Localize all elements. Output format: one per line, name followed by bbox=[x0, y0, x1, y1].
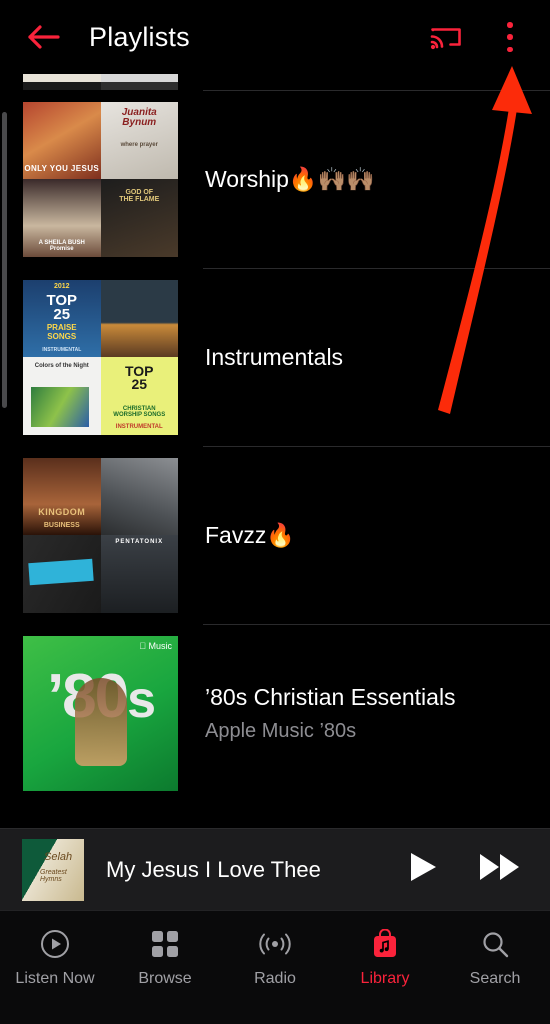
now-playing-title: My Jesus I Love Thee bbox=[106, 856, 321, 882]
radio-waves-icon bbox=[258, 927, 292, 961]
tab-search[interactable]: Search bbox=[440, 927, 550, 988]
play-button[interactable] bbox=[408, 851, 438, 888]
list-item[interactable]: KINGDOM BUSINESS PENTATONIX Favzz🔥 bbox=[0, 446, 550, 624]
bottom-tab-bar: Listen Now Browse Radio Library Search bbox=[0, 910, 550, 1024]
now-playing-artwork: Selah Greatest Hymns bbox=[22, 838, 84, 901]
tab-library[interactable]: Library bbox=[330, 927, 440, 988]
playlist-artwork: 2012 TOP 25 PRAISE SONGS INSTRUMENTAL Colo… bbox=[23, 279, 178, 435]
list-item[interactable]:  Music ’80s ’80s Christian Essentials A… bbox=[0, 624, 550, 802]
playlist-artwork: KINGDOM BUSINESS PENTATONIX bbox=[23, 457, 178, 613]
tab-label: Library bbox=[360, 970, 410, 987]
library-bag-icon bbox=[372, 927, 398, 961]
more-vertical-icon bbox=[507, 34, 513, 40]
playlist-artwork:  Music ’80s bbox=[23, 635, 178, 791]
list-item-text: Worship🔥🙌🏽🙌🏽 bbox=[205, 166, 550, 193]
list-item-partial[interactable] bbox=[0, 74, 550, 90]
row-divider bbox=[203, 90, 550, 91]
row-divider bbox=[203, 268, 550, 269]
playlist-artwork bbox=[23, 74, 178, 90]
airplay-cast-icon bbox=[430, 28, 461, 50]
playlist-artwork: ONLY YOU JESUS Juanita Bynum where prayer… bbox=[23, 101, 178, 257]
next-track-button[interactable] bbox=[478, 851, 522, 888]
airplay-cast-button[interactable] bbox=[430, 23, 462, 51]
play-circle-icon bbox=[40, 927, 70, 961]
more-vertical-icon bbox=[507, 46, 513, 52]
more-vertical-icon bbox=[507, 22, 513, 28]
tab-radio[interactable]: Radio bbox=[220, 927, 330, 988]
play-icon bbox=[411, 853, 436, 881]
app-header: Playlists bbox=[0, 0, 550, 74]
tab-label: Browse bbox=[138, 970, 192, 987]
playlist-subtitle: Apple Music ’80s bbox=[205, 719, 357, 742]
tab-browse[interactable]: Browse bbox=[110, 927, 220, 988]
tab-label: Listen Now bbox=[15, 970, 95, 987]
search-icon bbox=[481, 927, 509, 961]
playlist-title: Instrumentals bbox=[205, 343, 344, 370]
grid-squares-icon bbox=[151, 927, 179, 961]
page-title: Playlists bbox=[89, 21, 190, 52]
tab-label: Radio bbox=[254, 970, 296, 987]
playlist-title: Favzz🔥 bbox=[205, 521, 295, 548]
tab-label: Search bbox=[469, 970, 521, 987]
player-controls bbox=[408, 851, 528, 888]
list-item-text: Favzz🔥 bbox=[205, 522, 550, 549]
more-options-button[interactable] bbox=[498, 20, 522, 54]
arrow-left-icon bbox=[28, 25, 60, 49]
list-item-text: ’80s Christian Essentials Apple Music ’8… bbox=[205, 684, 550, 743]
list-item[interactable]: ONLY YOU JESUS Juanita Bynum where prayer… bbox=[0, 90, 550, 268]
header-actions bbox=[430, 20, 528, 54]
list-item[interactable]: 2012 TOP 25 PRAISE SONGS INSTRUMENTAL Colo… bbox=[0, 268, 550, 446]
back-button[interactable] bbox=[22, 15, 66, 59]
playlist-title: Worship🔥🙌🏽🙌🏽 bbox=[205, 165, 375, 192]
fast-forward-icon bbox=[480, 854, 519, 880]
mini-player[interactable]: Selah Greatest Hymns My Jesus I Love Thee bbox=[0, 828, 550, 910]
playlist-list[interactable]: ONLY YOU JESUS Juanita Bynum where prayer… bbox=[0, 74, 550, 828]
list-item-text: Instrumentals bbox=[205, 344, 550, 371]
tab-listen-now[interactable]: Listen Now bbox=[0, 927, 110, 988]
row-divider bbox=[203, 624, 550, 625]
playlist-title: ’80s Christian Essentials bbox=[205, 683, 456, 710]
row-divider bbox=[203, 446, 550, 447]
